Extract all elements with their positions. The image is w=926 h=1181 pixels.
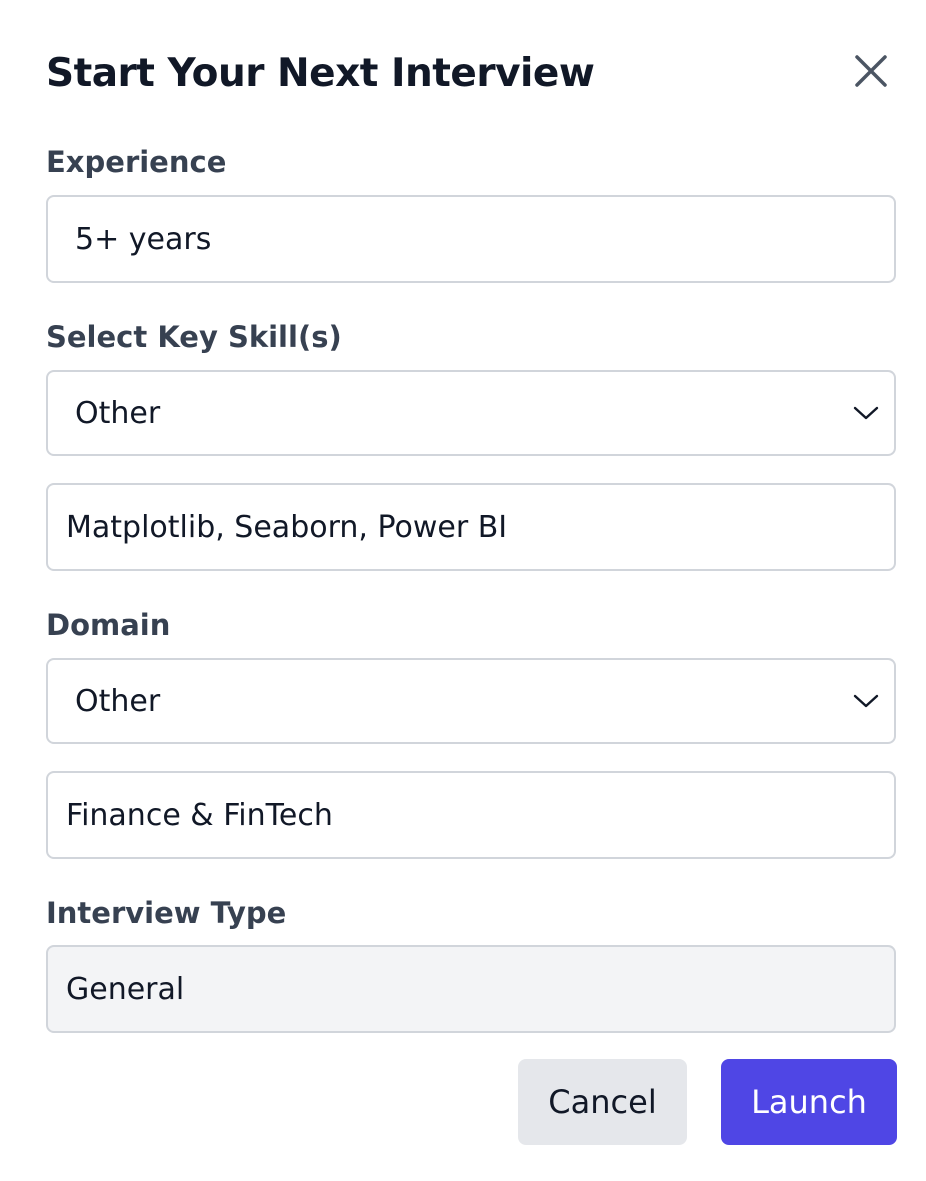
skills-label: Select Key Skill(s) bbox=[46, 320, 342, 354]
domain-selected-value: Other bbox=[75, 683, 161, 719]
experience-input[interactable]: 5+ years bbox=[46, 195, 896, 283]
dialog-title: Start Your Next Interview bbox=[46, 51, 595, 96]
experience-value: 5+ years bbox=[75, 221, 212, 257]
custom-skills-input[interactable]: Matplotlib, Seaborn, Power BI bbox=[46, 483, 896, 571]
interview-type-value: General bbox=[66, 971, 185, 1007]
skills-select[interactable]: Other bbox=[46, 370, 896, 456]
domain-label: Domain bbox=[46, 608, 171, 642]
close-icon bbox=[855, 55, 887, 87]
start-interview-dialog: Start Your Next Interview Experience 5+ … bbox=[0, 0, 926, 1181]
cancel-button[interactable]: Cancel bbox=[518, 1059, 687, 1145]
custom-domain-input[interactable]: Finance & FinTech bbox=[46, 771, 896, 859]
experience-label: Experience bbox=[46, 145, 227, 179]
close-button[interactable] bbox=[846, 46, 896, 96]
chevron-down-icon bbox=[852, 399, 880, 427]
skills-selected-value: Other bbox=[75, 395, 161, 431]
domain-select[interactable]: Other bbox=[46, 658, 896, 744]
custom-skills-value: Matplotlib, Seaborn, Power BI bbox=[66, 509, 508, 545]
interview-type-label: Interview Type bbox=[46, 896, 287, 930]
interview-type-field: General bbox=[46, 945, 896, 1033]
custom-domain-value: Finance & FinTech bbox=[66, 797, 333, 833]
chevron-down-icon bbox=[852, 687, 880, 715]
launch-button[interactable]: Launch bbox=[721, 1059, 897, 1145]
